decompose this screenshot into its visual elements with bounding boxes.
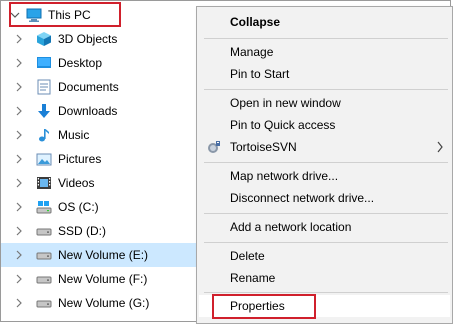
menu-item-label: Collapse [230,15,281,29]
chevron-right-icon[interactable] [14,154,24,164]
menu-item-delete[interactable]: Delete [199,245,450,267]
menu-item-pin-quick-access[interactable]: Pin to Quick access [199,114,450,136]
download-icon [36,103,52,119]
menu-item-manage[interactable]: Manage [199,41,450,63]
menu-item-label: Pin to Quick access [230,118,336,132]
chevron-right-icon [436,141,444,156]
tree-item-documents[interactable]: Documents [1,75,201,99]
cube-icon [36,31,52,47]
tree-item-label: 3D Objects [58,32,118,46]
menu-item-rename[interactable]: Rename [199,267,450,289]
tree-item-label: New Volume (F:) [58,272,148,286]
menu-item-label: Rename [230,271,276,285]
context-menu: Collapse Manage Pin to Start Open in new… [196,6,453,324]
tree-item-label: Downloads [58,104,118,118]
menu-item-pin-to-start[interactable]: Pin to Start [199,63,450,85]
menu-item-disconnect-network-drive[interactable]: Disconnect network drive... [199,187,450,209]
desktop-icon [36,55,52,71]
drive-icon [36,247,52,263]
tree-item-pictures[interactable]: Pictures [1,147,201,171]
drive-icon [36,271,52,287]
tree-item-new-volume-f[interactable]: New Volume (F:) [1,267,201,291]
menu-separator [204,38,448,39]
documents-icon [36,79,52,95]
tree-item-downloads[interactable]: Downloads [1,99,201,123]
menu-item-collapse[interactable]: Collapse [199,11,450,33]
tree-item-new-volume-e[interactable]: New Volume (E:) [1,243,201,267]
tortoisesvn-icon [206,139,222,158]
menu-item-label: Disconnect network drive... [230,191,375,205]
tree-item-label: Videos [58,176,95,190]
videos-icon [36,175,52,191]
music-icon [36,127,52,143]
chevron-right-icon[interactable] [14,250,24,260]
menu-item-map-network-drive[interactable]: Map network drive... [199,165,450,187]
pictures-icon [36,151,52,167]
menu-item-add-network-location[interactable]: Add a network location [199,216,450,238]
annotation-highlight-this-pc [9,2,121,27]
tree-item-label: Pictures [58,152,102,166]
menu-item-label: Pin to Start [230,67,290,81]
tree-item-label: Documents [58,80,119,94]
tree-item-new-volume-g[interactable]: New Volume (G:) [1,291,201,315]
menu-item-label: Manage [230,45,274,59]
menu-separator [204,292,448,293]
chevron-right-icon[interactable] [14,82,24,92]
tree-item-os-c[interactable]: OS (C:) [1,195,201,219]
menu-item-label: TortoiseSVN [230,140,297,154]
menu-separator [204,89,448,90]
tree-item-label: New Volume (E:) [58,248,149,262]
menu-item-open-new-window[interactable]: Open in new window [199,92,450,114]
chevron-right-icon[interactable] [14,130,24,140]
tree-item-label: OS (C:) [58,200,99,214]
chevron-right-icon[interactable] [14,298,24,308]
tree-item-label: SSD (D:) [58,224,106,238]
menu-item-label: Map network drive... [230,169,339,183]
tree-item-3d-objects[interactable]: 3D Objects [1,27,201,51]
chevron-right-icon[interactable] [14,202,24,212]
menu-separator [204,242,448,243]
chevron-right-icon[interactable] [14,106,24,116]
tree-item-ssd-d[interactable]: SSD (D:) [1,219,201,243]
menu-separator [204,162,448,163]
tree-item-label: Desktop [58,56,103,70]
chevron-right-icon[interactable] [14,226,24,236]
drive-icon [36,199,52,215]
annotation-highlight-properties [212,294,316,319]
menu-item-label: Add a network location [230,220,352,234]
chevron-right-icon[interactable] [14,34,24,44]
chevron-right-icon[interactable] [14,274,24,284]
tree-item-music[interactable]: Music [1,123,201,147]
chevron-right-icon[interactable] [14,58,24,68]
menu-item-label: Delete [230,249,265,263]
drive-icon [36,223,52,239]
menu-item-tortoisesvn[interactable]: TortoiseSVN [199,136,450,158]
navigation-tree: This PC 3D Objects Desktop Documents Dow… [0,0,201,324]
tree-item-label: Music [58,128,90,142]
menu-separator [204,213,448,214]
drive-icon [36,295,52,311]
menu-item-label: Open in new window [230,96,341,110]
chevron-right-icon[interactable] [14,178,24,188]
tree-item-desktop[interactable]: Desktop [1,51,201,75]
tree-item-videos[interactable]: Videos [1,171,201,195]
tree-item-label: New Volume (G:) [58,296,150,310]
